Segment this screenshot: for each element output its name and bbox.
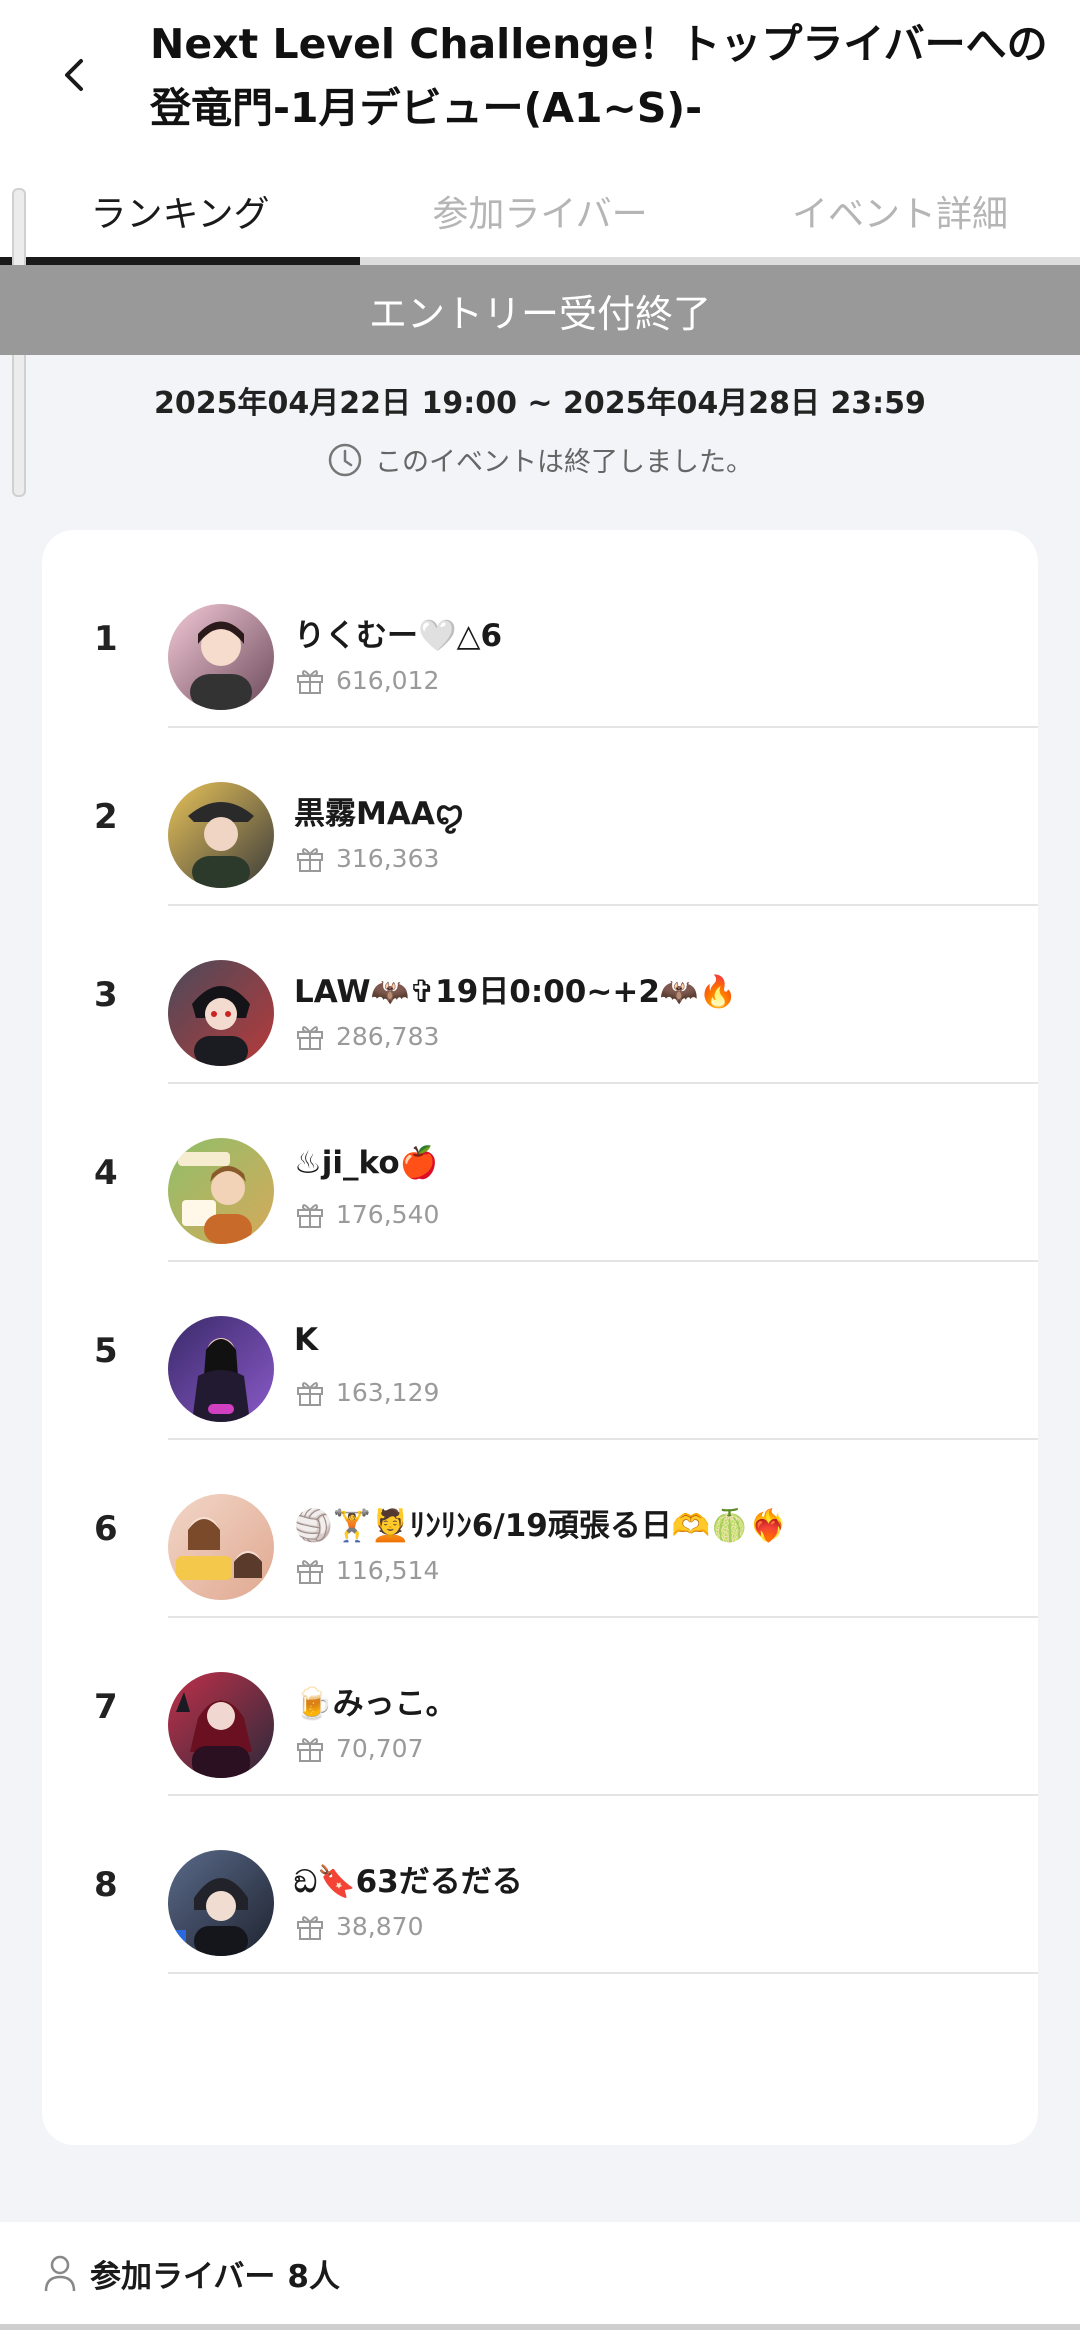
- score-value: 38,870: [336, 1911, 424, 1941]
- ranking-row[interactable]: 5 K 163,129: [42, 1262, 1038, 1440]
- footer-label: 参加ライバー: [90, 2258, 276, 2295]
- gift-icon: [294, 1554, 326, 1586]
- liver-name: 黒霧MAAꨄ: [294, 796, 464, 832]
- ranking-row[interactable]: 8 ඞ🔖63だるだる 38,870: [42, 1796, 1038, 1974]
- avatar[interactable]: [168, 1850, 274, 1956]
- score: 70,707: [294, 1732, 423, 1764]
- gift-icon: [294, 1376, 326, 1408]
- gift-icon: [294, 1020, 326, 1052]
- score-value: 70,707: [336, 1733, 424, 1763]
- ranking-row[interactable]: 3 LAW🦇✞19日0:00~+2🦇🔥 286,783: [42, 906, 1038, 1084]
- header: Next Level Challenge！トップライバーへの登竜門-1月デビュー…: [0, 0, 1080, 175]
- liver-name: ඞ🔖63だるだる: [294, 1864, 523, 1900]
- liver-name: りくむー🤍△6: [294, 618, 503, 654]
- gift-icon: [294, 1910, 326, 1942]
- chevron-left-icon: [65, 59, 83, 91]
- tab-ranking[interactable]: ランキング: [0, 175, 360, 265]
- score: 616,012: [294, 664, 439, 696]
- gift-icon: [294, 842, 326, 874]
- event-status-text: このイベントは終了しました。: [375, 447, 753, 478]
- liver-name: 🍺みっこ。: [294, 1686, 457, 1722]
- score: 316,363: [294, 842, 439, 874]
- tab-underline-active: [0, 257, 360, 265]
- event-date-range: 2025年04月22日 19:00 ~ 2025年04月28日 23:59: [154, 386, 926, 421]
- avatar[interactable]: [168, 1316, 274, 1422]
- bottom-divider: [0, 2324, 1080, 2330]
- participant-count: 8人: [287, 2258, 340, 2295]
- ranking-row[interactable]: 1 りくむー🤍△6 616,012: [42, 550, 1038, 728]
- page-title: Next Level Challenge！トップライバーへの登竜門-1月デビュー…: [150, 20, 1048, 132]
- person-icon: [42, 2253, 78, 2293]
- liver-name: ♨ji_ko🍎: [294, 1145, 439, 1181]
- ranking-row[interactable]: 2 黒霧MAAꨄ 316,363: [42, 728, 1038, 906]
- avatar[interactable]: [168, 604, 274, 710]
- gift-icon: [294, 664, 326, 696]
- entry-closed-banner: エントリー受付終了: [0, 265, 1080, 355]
- score: 176,540: [294, 1198, 439, 1230]
- clock-icon: [327, 442, 363, 478]
- liver-name: 🏐🏋💆ﾘﾝﾘﾝ6/19頑張る日🫶🍈❤‍🔥: [294, 1508, 788, 1544]
- tab-event-details[interactable]: イベント詳細: [720, 175, 1080, 265]
- ranking-card: 1 りくむー🤍△6 616,012 2 黒霧MAAꨄ 316,363 3 LAW…: [42, 530, 1038, 2145]
- score-value: 286,783: [336, 1021, 440, 1051]
- event-status: このイベントは終了しました。: [0, 440, 1080, 479]
- gift-icon: [294, 1198, 326, 1230]
- avatar[interactable]: [168, 1138, 274, 1244]
- score-value: 176,540: [336, 1199, 440, 1229]
- avatar[interactable]: [168, 960, 274, 1066]
- avatar[interactable]: [168, 1494, 274, 1600]
- ranking-row[interactable]: 7 🍺みっこ。 70,707: [42, 1618, 1038, 1796]
- score: 163,129: [294, 1376, 439, 1408]
- tab-bar: ランキング 参加ライバー イベント詳細: [0, 175, 1080, 265]
- score-value: 163,129: [336, 1377, 440, 1407]
- avatar[interactable]: [168, 782, 274, 888]
- score: 116,514: [294, 1554, 439, 1586]
- score-value: 116,514: [336, 1555, 440, 1585]
- score: 38,870: [294, 1910, 423, 1942]
- liver-name: K: [294, 1322, 319, 1358]
- score-value: 316,363: [336, 843, 440, 873]
- score-value: 616,012: [336, 665, 440, 695]
- row-divider: [168, 1972, 1038, 1974]
- ranking-row[interactable]: 4 ♨ji_ko🍎 176,540: [42, 1084, 1038, 1262]
- gift-icon: [294, 1732, 326, 1764]
- back-button[interactable]: [40, 40, 110, 110]
- liver-name: LAW🦇✞19日0:00~+2🦇🔥: [294, 974, 738, 1010]
- avatar[interactable]: [168, 1672, 274, 1778]
- score: 286,783: [294, 1020, 439, 1052]
- ranking-row[interactable]: 6 🏐🏋💆ﾘﾝﾘﾝ6/19頑張る日🫶🍈❤‍🔥 116,514: [42, 1440, 1038, 1618]
- footer-participants[interactable]: 参加ライバー 8人: [0, 2222, 1080, 2324]
- tab-participants[interactable]: 参加ライバー: [360, 175, 720, 265]
